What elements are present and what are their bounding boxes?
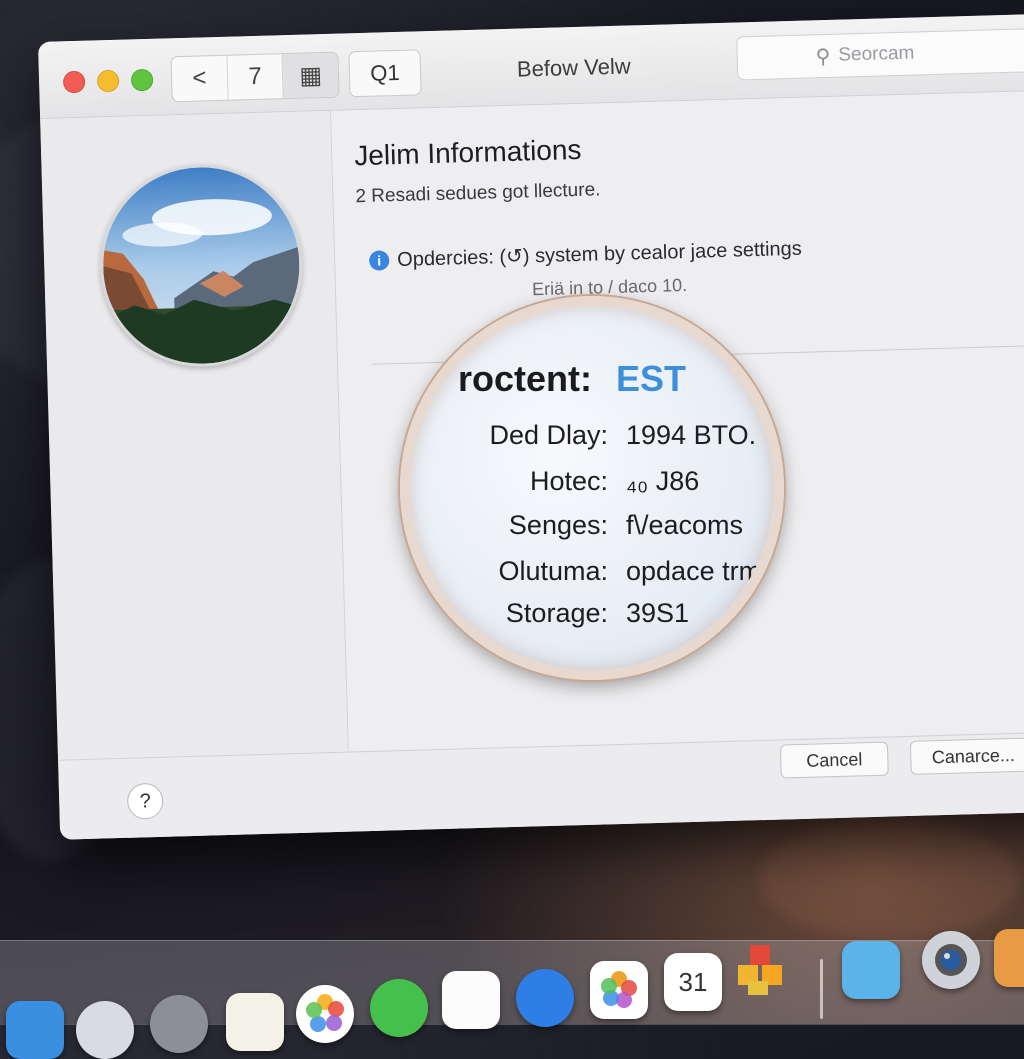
continue-button[interactable]: Canarce... (909, 737, 1024, 775)
info-row-value: f\/eacoms (626, 510, 744, 540)
gear-icon[interactable] (150, 995, 208, 1053)
back-button[interactable]: < (171, 55, 229, 102)
photos-icon[interactable] (296, 985, 354, 1043)
magnifier-title: roctent: EST (458, 358, 686, 400)
rock-texture (760, 820, 1020, 940)
list-icon[interactable] (442, 971, 500, 1029)
app-store-icon[interactable] (516, 969, 574, 1027)
info-row-label: Storage: (505, 598, 608, 628)
calendar-icon[interactable]: 31 (664, 953, 722, 1011)
notes-icon[interactable] (226, 993, 284, 1051)
minimize-button[interactable] (96, 69, 120, 93)
magnifier-title-value: EST (616, 358, 687, 399)
help-button[interactable]: ? (126, 782, 164, 820)
flower-icon[interactable] (590, 961, 648, 1019)
notice-text: Opdercies: (↺) system by cealor jace set… (396, 237, 803, 272)
blocks-icon (738, 945, 782, 995)
info-row-label: Hotec: (529, 466, 608, 496)
search-field[interactable]: ⚲ Seorcam (736, 27, 1024, 81)
cubes-icon[interactable] (732, 941, 790, 999)
info-icon: i (368, 249, 390, 271)
info-row-label: Senges: (508, 510, 608, 540)
grid-view-button[interactable]: ▦ (282, 52, 339, 99)
photos-flower-icon (601, 971, 637, 1008)
info-row-value: opdace trma (626, 556, 777, 586)
navigation-group: < 7 ▦ (170, 51, 340, 103)
sidebar (40, 110, 349, 759)
maximize-button[interactable] (130, 68, 154, 92)
info-row-value: ₄₀ J86 (626, 466, 700, 496)
safari-icon[interactable] (76, 1001, 134, 1059)
page-number-label: 7 (248, 62, 263, 91)
page-subtitle: 2 Resadi sedues got llecture. (355, 179, 601, 208)
info-row-label: Olutuma: (498, 556, 608, 586)
chevron-left-icon: < (192, 64, 207, 92)
chat-icon[interactable] (370, 979, 428, 1037)
magnifier-title-label: roctent: (458, 358, 592, 399)
window-title: Befow Velw (516, 53, 631, 82)
info-row-label: Ded Dlay: (489, 420, 608, 450)
info-row-value: 39S1 (626, 598, 690, 628)
page-title: Jelim Informations (353, 133, 582, 172)
calendar-day-label: 31 (678, 966, 708, 997)
info-row-value: 1994 BTO. (626, 420, 757, 450)
compass-icon[interactable] (6, 1001, 64, 1059)
mountain-landscape-image (100, 164, 303, 367)
q1-button-label: Q1 (369, 59, 401, 86)
magnifier-icon: ⚲ (815, 45, 831, 68)
question-mark-icon: ? (139, 789, 152, 812)
dock: 31 (0, 929, 1024, 1059)
q1-button[interactable]: Q1 (348, 49, 422, 98)
os-wallpaper-avatar (97, 161, 306, 370)
page-button[interactable]: 7 (227, 54, 285, 100)
dock-separator (820, 959, 823, 1019)
folder-icon[interactable] (842, 941, 900, 999)
notice-line: i Opdercies: (↺) system by cealor jace s… (368, 236, 803, 273)
search-placeholder: Seorcam (838, 42, 915, 66)
grid-icon: ▦ (298, 61, 323, 90)
lens-icon (935, 944, 967, 976)
app-icon[interactable] (994, 929, 1024, 987)
cancel-button[interactable]: Cancel (779, 741, 889, 779)
magnifier-lens: roctent: EST Ded Dlay: 1994 BTO. Hotec: ₄… (400, 296, 784, 680)
camera-icon[interactable] (922, 931, 980, 989)
close-button[interactable] (62, 70, 86, 94)
flower-icon (306, 994, 344, 1032)
